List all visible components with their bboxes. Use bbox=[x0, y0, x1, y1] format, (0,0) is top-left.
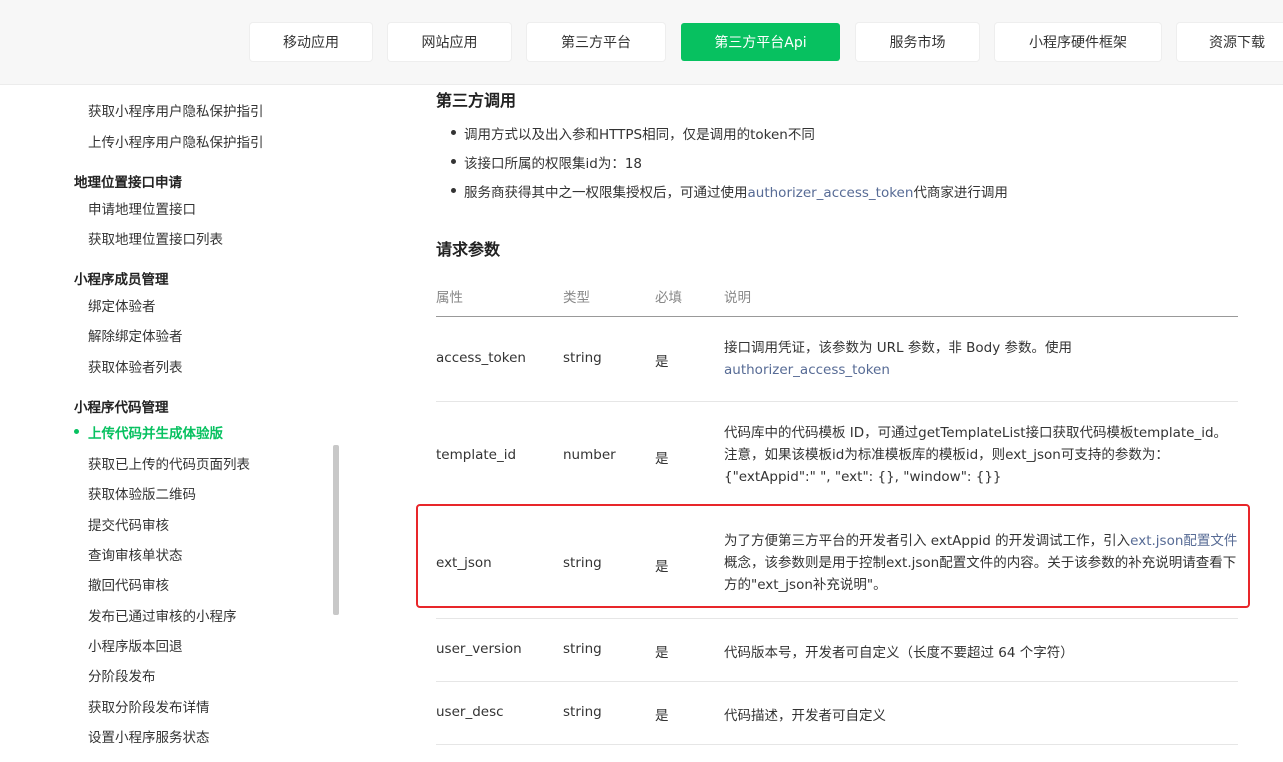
cell-param-name: user_version bbox=[436, 641, 522, 657]
sidebar-item-apply-location[interactable]: 申请地理位置接口 bbox=[88, 198, 196, 218]
tab-resource-download[interactable]: 资源下载 bbox=[1177, 23, 1283, 61]
column-header-required: 必填 bbox=[655, 290, 682, 306]
cell-param-name: template_id bbox=[436, 447, 517, 463]
cell-param-description: 代码库中的代码模板 ID，可通过getTemplateList接口获取代码模板t… bbox=[724, 422, 1244, 488]
sidebar-scrollbar[interactable] bbox=[333, 445, 339, 615]
cell-param-description: 代码描述，开发者可自定义 bbox=[724, 708, 886, 724]
column-header-description: 说明 bbox=[724, 290, 751, 306]
cell-param-description: 代码版本号，开发者可自定义（长度不要超过 64 个字符） bbox=[724, 645, 1074, 661]
cell-param-name: user_desc bbox=[436, 704, 504, 720]
bullet-text: 服务商获得其中之一权限集授权后，可通过使用authorizer_access_t… bbox=[464, 181, 1008, 201]
column-header-attribute: 属性 bbox=[436, 290, 463, 306]
tab-miniprogram-hardware[interactable]: 小程序硬件框架 bbox=[995, 23, 1161, 61]
desc-line: 代码库中的代码模板 ID，可通过getTemplateList接口获取代码模板t… bbox=[724, 425, 1228, 441]
bullet-icon bbox=[451, 130, 456, 135]
section-title-request-params: 请求参数 bbox=[436, 240, 501, 259]
bullet-icon bbox=[451, 188, 456, 193]
row-divider bbox=[436, 618, 1238, 619]
cell-param-required: 是 bbox=[655, 354, 669, 370]
sidebar-group-code: 小程序代码管理 bbox=[74, 400, 169, 416]
row-divider bbox=[436, 744, 1238, 745]
sidebar-item-upload-code[interactable]: 上传代码并生成体验版 bbox=[88, 422, 223, 442]
sidebar-group-members: 小程序成员管理 bbox=[74, 272, 169, 288]
bullet-text: 调用方式以及出入参和HTTPS相同，仅是调用的token不同 bbox=[464, 127, 815, 143]
sidebar-item-undo-audit[interactable]: 撤回代码审核 bbox=[88, 574, 169, 594]
table-header-divider bbox=[436, 316, 1238, 317]
sidebar-item-location-list[interactable]: 获取地理位置接口列表 bbox=[88, 228, 223, 248]
row-divider bbox=[436, 401, 1238, 402]
cell-param-type: number bbox=[563, 447, 616, 463]
cell-param-required: 是 bbox=[655, 451, 669, 467]
sidebar-item-unbind-tester[interactable]: 解除绑定体验者 bbox=[88, 325, 183, 345]
sidebar-item-revert-release[interactable]: 小程序版本回退 bbox=[88, 635, 183, 655]
sidebar-item-tester-list[interactable]: 获取体验者列表 bbox=[88, 356, 183, 376]
top-nav-bar: 移动应用 网站应用 第三方平台 第三方平台Api 服务市场 小程序硬件框架 资源… bbox=[0, 0, 1283, 85]
sidebar-item-audit-status[interactable]: 查询审核单状态 bbox=[88, 544, 183, 564]
row-divider bbox=[436, 681, 1238, 682]
active-dot-icon bbox=[74, 429, 79, 434]
column-header-type: 类型 bbox=[563, 290, 590, 306]
cell-param-type: string bbox=[563, 350, 602, 366]
sidebar-item-bind-tester[interactable]: 绑定体验者 bbox=[88, 295, 156, 315]
tab-service-market[interactable]: 服务市场 bbox=[856, 23, 979, 61]
sidebar-group-location: 地理位置接口申请 bbox=[74, 175, 182, 191]
authorizer-token-link[interactable]: authorizer_access_token bbox=[724, 362, 890, 378]
bullet-text-pre: 服务商获得其中之一权限集授权后，可通过使用 bbox=[464, 185, 748, 201]
sidebar-item-upload-privacy-guide[interactable]: 上传小程序用户隐私保护指引 bbox=[88, 131, 264, 151]
cell-param-type: string bbox=[563, 641, 602, 657]
authorizer-token-link[interactable]: authorizer_access_token bbox=[748, 185, 914, 201]
sidebar: 获取小程序用户隐私保护指引 上传小程序用户隐私保护指引 地理位置接口申请 申请地… bbox=[0, 85, 334, 762]
tab-mobile-app[interactable]: 移动应用 bbox=[250, 23, 372, 61]
sidebar-item-gray-release-detail[interactable]: 获取分阶段发布详情 bbox=[88, 696, 210, 716]
bullet-icon bbox=[451, 159, 456, 164]
tab-website-app[interactable]: 网站应用 bbox=[388, 23, 511, 61]
desc-line: 注意，如果该模板id为标准模板库的模板id，则ext_json可支持的参数为： bbox=[724, 447, 1169, 463]
desc-text: 接口调用凭证，该参数为 URL 参数，非 Body 参数。使用 bbox=[724, 340, 1073, 356]
sidebar-item-qrcode[interactable]: 获取体验版二维码 bbox=[88, 483, 196, 503]
highlight-box bbox=[416, 504, 1250, 608]
sidebar-item-release[interactable]: 发布已通过审核的小程序 bbox=[88, 605, 237, 625]
sidebar-item-page-list[interactable]: 获取已上传的代码页面列表 bbox=[88, 453, 250, 473]
cell-param-required: 是 bbox=[655, 708, 669, 724]
tab-third-party-platform[interactable]: 第三方平台 bbox=[527, 23, 665, 61]
cell-param-name: access_token bbox=[436, 350, 526, 366]
sidebar-item-service-status[interactable]: 设置小程序服务状态 bbox=[88, 726, 210, 746]
sidebar-item-gray-release[interactable]: 分阶段发布 bbox=[88, 665, 156, 685]
bullet-text-post: 代商家进行调用 bbox=[913, 185, 1008, 201]
sidebar-item-get-privacy-guide[interactable]: 获取小程序用户隐私保护指引 bbox=[88, 100, 264, 120]
cell-param-description: 接口调用凭证，该参数为 URL 参数，非 Body 参数。使用 authoriz… bbox=[724, 337, 1240, 381]
section-title-third-party: 第三方调用 bbox=[436, 91, 517, 110]
cell-param-required: 是 bbox=[655, 645, 669, 661]
sidebar-item-submit-audit[interactable]: 提交代码审核 bbox=[88, 514, 169, 534]
desc-line: {"extAppid":" ", "ext": {}, "window": {}… bbox=[724, 469, 1002, 485]
cell-param-type: string bbox=[563, 704, 602, 720]
bullet-text: 该接口所属的权限集id为：18 bbox=[464, 156, 642, 172]
tab-third-party-api[interactable]: 第三方平台Api bbox=[681, 23, 840, 61]
